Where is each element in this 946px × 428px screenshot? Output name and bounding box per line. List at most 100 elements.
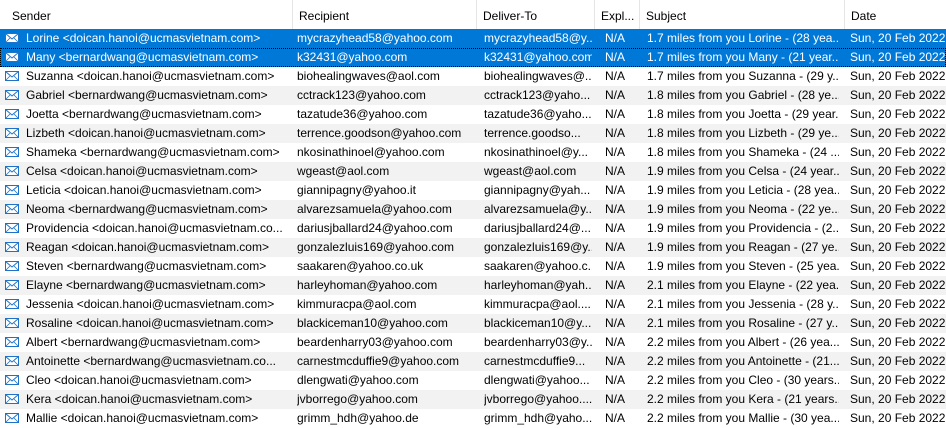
column-header-deliver-to[interactable]: Deliver-To [477,0,595,30]
subject-cell: 1.9 miles from you Celsa - (24 year... [647,164,839,178]
message-row[interactable]: Steven <bernardwang@ucmasvietnam.com> sa… [0,257,946,276]
subject-cell: 1.8 miles from you Lizbeth - (29 ye... [647,126,839,140]
envelope-icon [5,166,19,176]
subject-cell: 2.1 miles from you Rosaline - (27 y... [647,316,839,330]
date-cell: Sun, 20 Feb 2022 1 [850,221,946,235]
explanation-cell: N/A [605,126,626,140]
message-row[interactable]: Kera <doican.hanoi@ucmasvietnam.com> jvb… [0,390,946,409]
envelope-icon [5,394,19,404]
envelope-icon [5,33,19,43]
column-header-date[interactable]: Date [845,0,946,30]
explanation-cell: N/A [605,335,626,349]
recipient-cell: saakaren@yahoo.co.uk [297,259,424,273]
deliver-to-cell: dlengwati@yahoo... [484,373,590,387]
deliver-to-cell: terrence.goodso... [484,126,581,140]
sender-cell: Neoma <bernardwang@ucmasvietnam.com> [26,202,268,216]
date-cell: Sun, 20 Feb 2022 1 [850,183,946,197]
recipient-cell: biohealingwaves@aol.com [297,69,440,83]
message-row[interactable]: Shameka <bernardwang@ucmasvietnam.com> n… [0,143,946,162]
message-row[interactable]: Celsa <doican.hanoi@ucmasvietnam.com> wg… [0,162,946,181]
message-row[interactable]: Rosaline <doican.hanoi@ucmasvietnam.com>… [0,314,946,333]
column-header-row: Sender Recipient Deliver-To Expl... Subj… [0,0,946,31]
deliver-to-cell: alvarezsamuela@y... [484,202,592,216]
column-header-sender[interactable]: Sender [0,0,293,30]
explanation-cell: N/A [605,373,626,387]
explanation-cell: N/A [605,259,626,273]
message-row[interactable]: Leticia <doican.hanoi@ucmasvietnam.com> … [0,181,946,200]
recipient-cell: grimm_hdh@yahoo.de [297,411,419,425]
date-cell: Sun, 20 Feb 2022 1 [850,240,946,254]
date-cell: Sun, 20 Feb 2022 1 [850,259,946,273]
deliver-to-cell: saakaren@yahoo.c... [484,259,592,273]
recipient-cell: beardenharry03@yahoo.com [297,335,453,349]
deliver-to-cell: blackiceman10@y... [484,316,592,330]
recipient-cell: gonzalezluis169@yahoo.com [297,240,454,254]
subject-cell: 2.2 miles from you Albert - (26 yea... [647,335,839,349]
sender-cell: Gabriel <bernardwang@ucmasvietnam.com> [26,88,268,102]
date-cell: Sun, 20 Feb 2022 1 [850,69,946,83]
envelope-icon [5,128,19,138]
message-row[interactable]: Suzanna <doican.hanoi@ucmasvietnam.com> … [0,67,946,86]
message-row[interactable]: Providencia <doican.hanoi@ucmasvietnam.c… [0,219,946,238]
date-cell: Sun, 20 Feb 2022 1 [850,31,946,45]
date-cell: Sun, 20 Feb 2022 1 [850,297,946,311]
recipient-cell: nkosinathinoel@yahoo.com [297,145,445,159]
subject-cell: 1.8 miles from you Joetta - (29 year... [647,107,839,121]
recipient-cell: mycrazyhead58@yahoo.com [297,31,453,45]
envelope-icon [5,147,19,157]
message-row[interactable]: Jessenia <doican.hanoi@ucmasvietnam.com>… [0,295,946,314]
envelope-icon [5,242,19,252]
deliver-to-cell: jvborrego@yahoo.... [484,392,592,406]
column-header-subject[interactable]: Subject [640,0,845,30]
deliver-to-cell: harleyhoman@yah... [484,278,592,292]
envelope-icon [5,318,19,328]
recipient-cell: kimmuracpa@aol.com [297,297,417,311]
subject-cell: 2.2 miles from you Mallie - (30 yea... [647,411,839,425]
date-cell: Sun, 20 Feb 2022 1 [850,164,946,178]
recipient-cell: alvarezsamuela@yahoo.com [297,202,452,216]
column-header-explanation[interactable]: Expl... [595,0,640,30]
sender-cell: Mallie <doican.hanoi@ucmasvietnam.com> [26,411,259,425]
explanation-cell: N/A [605,31,626,45]
envelope-icon [5,261,19,271]
recipient-cell: harleyhoman@yahoo.com [297,278,438,292]
sender-cell: Antoinette <bernardwang@ucmasvietnam.co.… [26,354,276,368]
subject-cell: 2.1 miles from you Elayne - (22 yea... [647,278,839,292]
message-row[interactable]: Albert <bernardwang@ucmasvietnam.com> be… [0,333,946,352]
deliver-to-cell: dariusjballard24@... [484,221,591,235]
envelope-icon [5,185,19,195]
subject-cell: 1.9 miles from you Reagan - (27 ye... [647,240,839,254]
message-row[interactable]: Reagan <doican.hanoi@ucmasvietnam.com> g… [0,238,946,257]
date-cell: Sun, 20 Feb 2022 1 [850,88,946,102]
message-row[interactable]: Elayne <bernardwang@ucmasvietnam.com> ha… [0,276,946,295]
message-row[interactable]: Neoma <bernardwang@ucmasvietnam.com> alv… [0,200,946,219]
subject-cell: 1.7 miles from you Suzanna - (29 y... [647,69,839,83]
message-row[interactable]: Cleo <doican.hanoi@ucmasvietnam.com> dle… [0,371,946,390]
message-row[interactable]: Gabriel <bernardwang@ucmasvietnam.com> c… [0,86,946,105]
sender-cell: Cleo <doican.hanoi@ucmasvietnam.com> [26,373,252,387]
sender-cell: Steven <bernardwang@ucmasvietnam.com> [26,259,267,273]
recipient-cell: tazatude36@yahoo.com [297,107,428,121]
explanation-cell: N/A [605,316,626,330]
message-row[interactable]: Lizbeth <doican.hanoi@ucmasvietnam.com> … [0,124,946,143]
message-rows: Lorine <doican.hanoi@ucmasvietnam.com> m… [0,29,946,428]
subject-cell: 1.8 miles from you Gabriel - (28 ye... [647,88,839,102]
date-cell: Sun, 20 Feb 2022 1 [850,392,946,406]
message-row[interactable]: Joetta <bernardwang@ucmasvietnam.com> ta… [0,105,946,124]
envelope-icon [5,280,19,290]
subject-cell: 2.2 miles from you Cleo - (30 years... [647,373,839,387]
explanation-cell: N/A [605,221,626,235]
recipient-cell: giannipagny@yahoo.it [297,183,416,197]
explanation-cell: N/A [605,88,626,102]
message-row[interactable]: Antoinette <bernardwang@ucmasvietnam.co.… [0,352,946,371]
message-row[interactable]: Many <bernardwang@ucmasvietnam.com> k324… [0,48,946,67]
sender-cell: Many <bernardwang@ucmasvietnam.com> [26,50,259,64]
explanation-cell: N/A [605,411,626,425]
date-cell: Sun, 20 Feb 2022 1 [850,50,946,64]
column-header-recipient[interactable]: Recipient [293,0,477,30]
message-row[interactable]: Lorine <doican.hanoi@ucmasvietnam.com> m… [0,29,946,48]
envelope-icon [5,299,19,309]
deliver-to-cell: grimm_hdh@yaho... [484,411,592,425]
explanation-cell: N/A [605,392,626,406]
message-row[interactable]: Mallie <doican.hanoi@ucmasvietnam.com> g… [0,409,946,428]
